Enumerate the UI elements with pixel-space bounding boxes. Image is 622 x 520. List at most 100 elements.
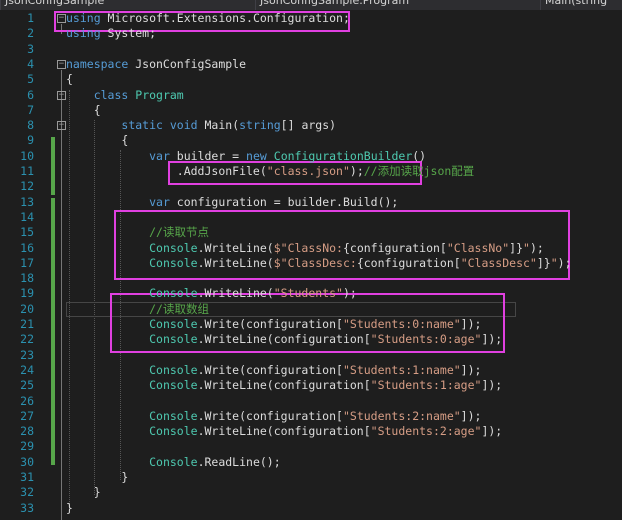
code-line[interactable]: Console.Write(configuration["Students:1:… [66,363,481,378]
code-token: "Students:0:name" [342,317,461,331]
code-token: {configuration[ [356,255,461,270]
code-token: .WriteLine( [197,240,274,255]
code-token: Console [149,362,198,377]
code-editor[interactable]: 1− using Microsoft.Extensions.Configurati… [0,10,622,520]
code-token: Program [135,87,184,102]
code-line[interactable]: //读取节点 [66,225,209,240]
line-number: 22 [20,332,34,347]
code-line[interactable]: Console.WriteLine("Students"); [66,286,357,301]
code-line[interactable]: } [66,485,101,500]
code-token: Console [149,454,198,469]
line-number: 30 [20,454,34,469]
code-line[interactable]: namespace JsonConfigSample [66,57,246,72]
code-token: builder = [169,148,247,163]
line-number: 1 [27,11,34,25]
code-line[interactable]: Console.WriteLine(configuration["Student… [66,378,502,393]
code-line[interactable]: { [66,103,101,118]
line-number: 12 [20,179,34,194]
code-token: ); [557,255,572,270]
code-line[interactable]: var configuration = builder.Build(); [66,195,398,210]
line-number: 5 [27,72,34,87]
code-line[interactable]: Console.WriteLine($"ClassDesc:{configura… [66,255,572,271]
code-token: Microsoft.Extensions.Configuration; [100,11,350,25]
code-token: //添加读取json配置 [363,164,475,178]
code-line[interactable]: Console.WriteLine(configuration["Student… [66,332,502,347]
code-token: ConfigurationBuilder [273,148,413,163]
code-token: "Students:1:name" [342,362,461,377]
line-number: 33 [20,500,34,515]
code-token: ]); [460,362,482,377]
code-line[interactable]: using System; [66,26,156,41]
code-token: var [149,194,170,209]
line-number: 19 [20,286,34,301]
line-number: 10 [20,148,34,163]
project-dropdown[interactable]: JsonConfigSample [0,0,250,10]
code-token: Console [149,255,198,270]
code-token: $"ClassDesc: [273,255,357,270]
code-line[interactable]: { [66,72,73,87]
code-line[interactable]: var builder = new ConfigurationBuilder() [66,149,426,164]
code-line[interactable]: //读取数组 [66,302,209,317]
code-token: .WriteLine( [197,255,274,270]
line-number: 28 [20,424,34,439]
code-line[interactable]: static void Main(string[] args) [66,118,336,133]
code-token: .WriteLine( [197,286,274,301]
code-token: Console [149,240,198,255]
code-token: ]} [536,255,551,270]
minus-box-icon[interactable]: − [57,59,66,69]
code-line[interactable]: Console.ReadLine(); [66,455,281,470]
code-token: ]} [509,240,524,255]
line-number: 11 [20,164,34,178]
minus-box-icon[interactable]: − [57,121,66,131]
code-token: using [66,26,101,41]
line-number: 21 [20,317,34,331]
code-token: .WriteLine(configuration[ [197,378,371,393]
code-token: { [66,72,73,87]
line-number: 2 [27,26,34,41]
code-token: new [246,148,267,163]
code-line[interactable]: Console.Write(configuration["Students:0:… [66,317,481,332]
code-line[interactable]: .AddJsonFile("class.json");//添加读取json配置 [66,164,475,179]
code-token: () [412,148,427,163]
change-indicator [51,198,55,465]
line-number: 25 [20,378,34,393]
code-token: ); [349,164,364,178]
line-number: 6 [27,87,34,102]
code-token: [] args) [280,118,337,133]
code-token: .ReadLine(); [197,454,281,469]
code-token: "Students:0:age" [370,332,482,347]
line-number: 13 [20,194,34,209]
code-line[interactable]: using Microsoft.Extensions.Configuration… [66,11,350,26]
code-token: {configuration[ [342,240,447,255]
code-token: Console [149,424,198,439]
code-token: void [169,118,198,133]
code-line[interactable]: class Program [66,88,184,103]
member-dropdown[interactable]: Main(string [540,0,622,10]
code-line[interactable]: { [66,133,128,148]
code-line[interactable]: } [66,501,73,516]
code-token: ); [529,240,544,255]
code-line[interactable]: Console.Write(configuration["Students:2:… [66,409,481,424]
class-dropdown[interactable]: JsonConfigSample.Program [255,0,530,10]
code-line[interactable]: Console.WriteLine($"ClassNo:{configurati… [66,241,544,256]
code-line[interactable]: Console.WriteLine(configuration["Student… [66,424,502,439]
code-token: var [149,148,170,163]
line-number: 16 [20,240,34,255]
code-token: static [121,118,163,133]
minus-box-icon[interactable]: − [57,14,66,23]
minus-box-icon[interactable]: − [57,90,66,100]
code-token: class [93,87,129,102]
code-token: ); [342,286,357,301]
line-number: 29 [20,439,34,454]
code-line[interactable]: } [66,470,128,485]
code-token: } [66,470,129,484]
line-number: 27 [20,408,34,423]
